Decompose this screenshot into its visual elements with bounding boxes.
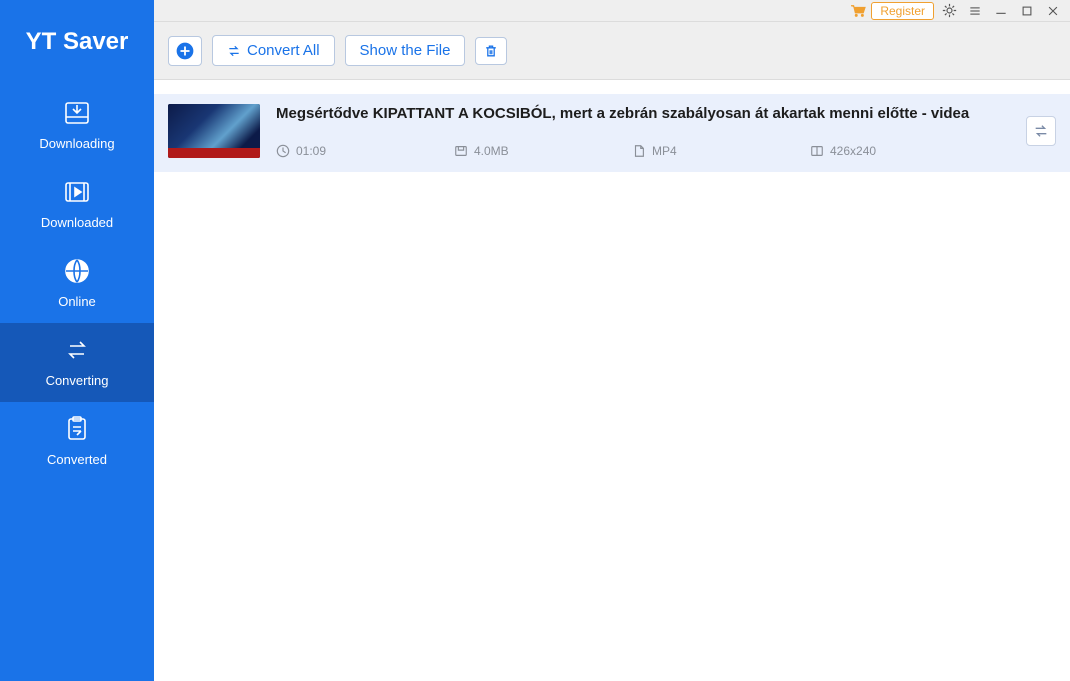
globe-icon [61,256,93,286]
disk-icon [454,144,468,158]
clipboard-icon [61,414,93,444]
titlebar: Register [154,0,1070,22]
list-item[interactable]: Megsértődve KIPATTANT A KOCSIBÓL, mert a… [154,94,1070,172]
convert-all-button[interactable]: Convert All [212,35,335,66]
convert-all-label: Convert All [247,42,320,59]
sidebar-item-downloading[interactable]: Downloading [0,86,154,165]
sidebar-item-label: Converting [46,373,109,388]
resolution-icon [810,144,824,158]
video-icon [61,177,93,207]
sidebar-item-converted[interactable]: Converted [0,402,154,481]
meta-size: 4.0MB [454,144,632,158]
menu-icon[interactable] [962,1,988,21]
file-icon [632,144,646,158]
convert-icon [61,335,93,365]
meta-resolution: 426x240 [810,144,988,158]
app-title: YT Saver [0,0,154,86]
add-button[interactable] [168,36,202,66]
main-area: Register Convert All Show the File [154,0,1070,681]
item-title: Megsértődve KIPATTANT A KOCSIBÓL, mert a… [276,104,1010,124]
download-icon [61,98,93,128]
register-button[interactable]: Register [871,2,934,20]
sidebar-item-label: Downloaded [41,215,113,230]
item-meta: 01:09 4.0MB MP4 426x240 [276,144,1010,158]
sidebar-item-downloaded[interactable]: Downloaded [0,165,154,244]
thumbnail [168,104,260,158]
loop-icon [1033,123,1049,139]
show-file-button[interactable]: Show the File [345,35,466,66]
meta-duration: 01:09 [276,144,454,158]
settings-icon[interactable] [936,1,962,21]
sidebar-item-converting[interactable]: Converting [0,323,154,402]
sidebar-item-online[interactable]: Online [0,244,154,323]
sidebar-item-label: Online [58,294,96,309]
content: Megsértődve KIPATTANT A KOCSIBÓL, mert a… [154,80,1070,681]
item-body: Megsértődve KIPATTANT A KOCSIBÓL, mert a… [276,104,1010,158]
sidebar-item-label: Converted [47,452,107,467]
delete-button[interactable] [475,37,507,65]
clock-icon [276,144,290,158]
show-file-label: Show the File [360,42,451,59]
sidebar-item-label: Downloading [39,136,114,151]
maximize-button[interactable] [1014,1,1040,21]
sidebar: YT Saver Downloading Downloaded Online C… [0,0,154,681]
cart-icon[interactable] [845,4,871,18]
close-button[interactable] [1040,1,1066,21]
meta-format: MP4 [632,144,810,158]
minimize-button[interactable] [988,1,1014,21]
convert-item-button[interactable] [1026,116,1056,146]
toolbar: Convert All Show the File [154,22,1070,80]
